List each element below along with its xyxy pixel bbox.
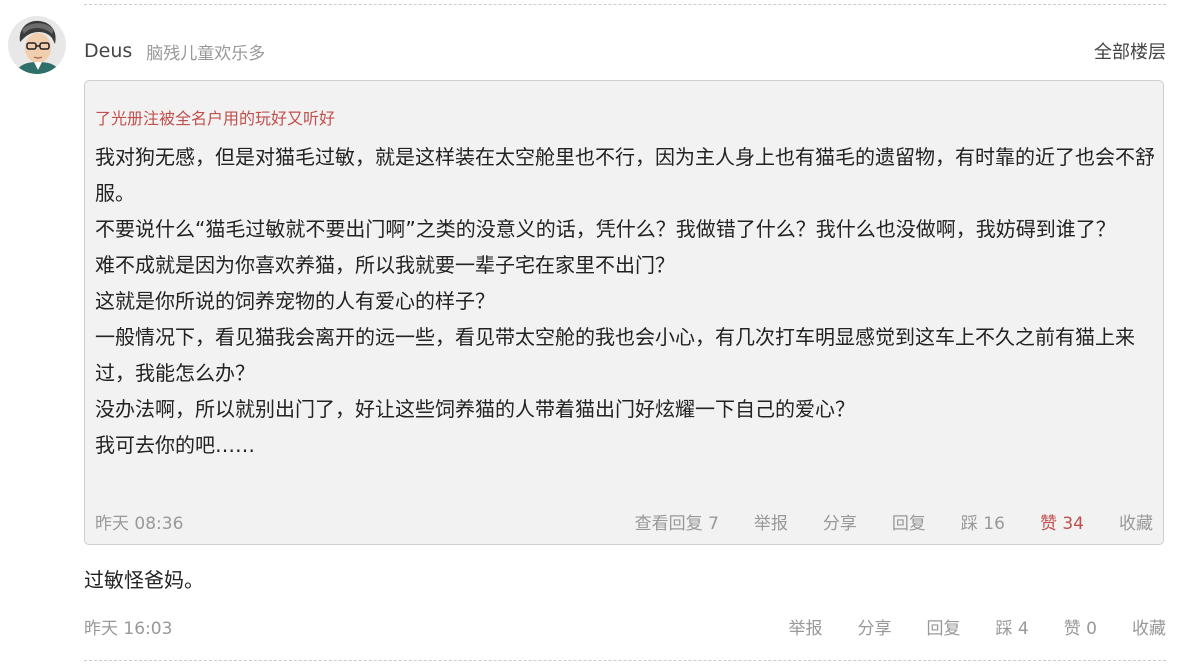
like-button[interactable]: 赞 0 [1064, 614, 1097, 639]
quoted-paragraph: 我对狗无感，但是对猫毛过敏，就是这样装在太空舱里也不行，因为主人身上也有猫毛的遗… [95, 145, 1155, 205]
quoted-reply-button[interactable]: 回复 [892, 509, 926, 534]
bottom-divider [84, 660, 1166, 661]
quoted-report-button[interactable]: 举报 [754, 509, 788, 534]
author-signature: 脑残儿童欢乐多 [146, 43, 266, 64]
reply-button[interactable]: 回复 [927, 614, 961, 639]
report-button[interactable]: 举报 [789, 614, 823, 639]
comment-page: Deus 脑残儿童欢乐多 全部楼层 了光册注被全名户用的玩好又听好 我对狗无感，… [0, 0, 1191, 672]
all-floors-link[interactable]: 全部楼层 [1094, 38, 1166, 64]
author-name[interactable]: Deus [84, 40, 132, 62]
quoted-comment: 了光册注被全名户用的玩好又听好 我对狗无感，但是对猫毛过敏，就是这样装在太空舱里… [84, 80, 1164, 545]
quoted-paragraph: 不要说什么“猫毛过敏就不要出门啊”之类的没意义的话，凭什么？我做错了什么？我什么… [95, 217, 1116, 241]
quoted-paragraph: 没办法啊，所以就别出门了，好让这些饲养猫的人带着猫出门好炫耀一下自己的爱心？ [95, 397, 855, 421]
reply-meta-bar: 昨天 16:03 举报 分享 回复 踩 4 赞 0 收藏 [84, 614, 1166, 639]
avatar-image [8, 16, 66, 74]
quoted-paragraph: 这就是你所说的饲养宠物的人有爱心的样子？ [95, 289, 495, 313]
top-divider [84, 4, 1166, 5]
reply-text: 过敏怪爸妈。 [84, 568, 204, 592]
quoted-paragraph: 难不成就是因为你喜欢养猫，所以我就要一辈子宅在家里不出门？ [95, 253, 675, 277]
quoted-like-button[interactable]: 赞 34 [1040, 509, 1084, 534]
reply-timestamp: 昨天 16:03 [84, 618, 173, 639]
view-replies-button[interactable]: 查看回复 7 [635, 509, 719, 534]
quoted-paragraph: 一般情况下，看见猫我会离开的远一些，看见带太空舱的我也会小心，有几次打车明显感觉… [95, 325, 1135, 385]
quoted-username[interactable]: 了光册注被全名户用的玩好又听好 [95, 105, 335, 129]
quoted-timestamp: 昨天 08:36 [95, 513, 184, 534]
reply-actions: 举报 分享 回复 踩 4 赞 0 收藏 [754, 614, 1166, 639]
quoted-text: 我对狗无感，但是对猫毛过敏，就是这样装在太空舱里也不行，因为主人身上也有猫毛的遗… [95, 139, 1157, 463]
comment-header: Deus 脑残儿童欢乐多 全部楼层 [84, 36, 1166, 66]
quoted-favorite-button[interactable]: 收藏 [1119, 509, 1153, 534]
avatar[interactable] [8, 16, 66, 74]
quoted-actions: 查看回复 7 举报 分享 回复 踩 16 赞 34 收藏 [600, 509, 1153, 534]
quoted-share-button[interactable]: 分享 [823, 509, 857, 534]
quoted-meta-bar: 昨天 08:36 查看回复 7 举报 分享 回复 踩 16 赞 34 收藏 [95, 509, 1153, 534]
dislike-button[interactable]: 踩 4 [996, 614, 1029, 639]
share-button[interactable]: 分享 [858, 614, 892, 639]
quoted-dislike-button[interactable]: 踩 16 [961, 509, 1005, 534]
quoted-paragraph: 我可去你的吧…… [95, 433, 255, 457]
favorite-button[interactable]: 收藏 [1132, 614, 1166, 639]
